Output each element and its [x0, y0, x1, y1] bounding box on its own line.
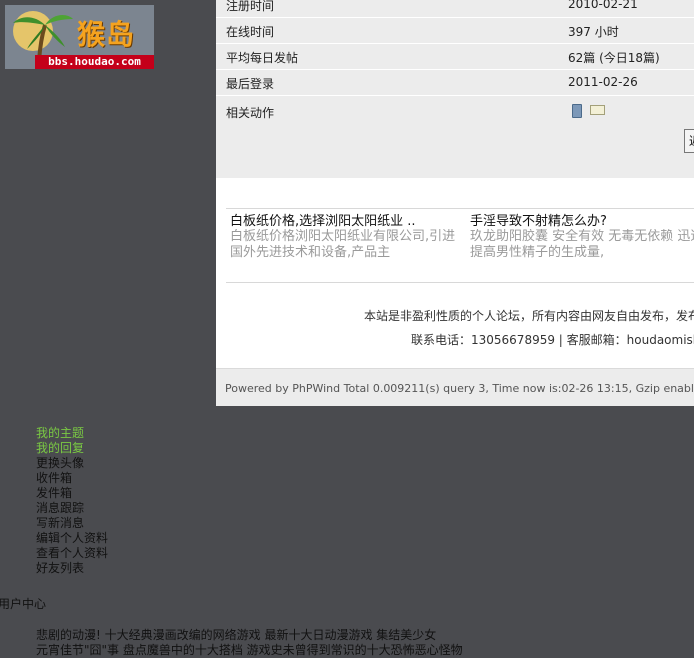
user-menu: 我的主题 我的回复 更换头像 收件箱 发件箱 消息跟踪 写新消息 编辑个人资料 … [36, 426, 108, 576]
profile-row-posts-per-day: 平均每日发帖 62篇 (今日18篇) [216, 44, 694, 70]
profile-row-label: 在线时间 [226, 25, 275, 39]
divider [226, 208, 694, 209]
profile-row-value: 2011-02-26 [568, 75, 638, 89]
news-item[interactable]: 元宵佳节"囧"事 盘点魔兽中的十大搭档 游戏史未曾得到常识的十大恐怖恶心怪物 [36, 643, 463, 658]
powered-by-bar: Powered by PhPWind Total 0.009211(s) que… [216, 368, 694, 406]
profile-row-label: 最后登录 [226, 77, 275, 91]
profile-row-label: 注册时间 [226, 0, 275, 13]
profile-row-label: 平均每日发帖 [226, 51, 299, 65]
news-item[interactable]: 悲剧的动漫! 十大经典漫画改编的网络游戏 最新十大日动漫游戏 集结美少女 [36, 628, 463, 643]
profile-row-label: 相关动作 [226, 106, 275, 120]
menu-item-outbox[interactable]: 发件箱 [36, 486, 108, 501]
footer-notice: 本站是非盈利性质的个人论坛，所有内容由网友自由发布，发布 [364, 309, 694, 323]
profile-row-actions: 相关动作 [216, 96, 694, 127]
news-list: 悲剧的动漫! 十大经典漫画改编的网络游戏 最新十大日动漫游戏 集结美少女 元宵佳… [36, 628, 463, 658]
menu-item-inbox[interactable]: 收件箱 [36, 471, 108, 486]
logo-url: bbs.houdao.com [35, 55, 154, 69]
menu-item-view-profile[interactable]: 查看个人资料 [36, 546, 108, 561]
user-center-heading[interactable]: 用户中心 [0, 595, 46, 612]
menu-item-my-topics[interactable]: 我的主题 [36, 426, 108, 441]
profile-panel: 注册时间 2010-02-21 在线时间 397 小时 平均每日发帖 62篇 (… [216, 0, 694, 406]
ad-block[interactable]: 白板纸价格,选择浏阳太阳纸业 .. 白板纸价格浏阳太阳纸业有限公司,引进国外先进… [230, 210, 465, 263]
powered-by-text: Powered by PhPWind Total 0.009211(s) que… [225, 382, 694, 395]
site-logo[interactable]: 猴岛 bbs.houdao.com [5, 5, 154, 69]
ad-description[interactable]: 玖龙助阳胶囊 安全有效 无毒无依赖 迅速提高男性精子的生成量, [470, 229, 694, 263]
phone-icon[interactable] [572, 104, 582, 118]
divider [226, 282, 694, 283]
menu-item-message-tracking[interactable]: 消息跟踪 [36, 501, 108, 516]
profile-row-value: 62篇 (今日18篇) [568, 51, 660, 65]
mail-icon[interactable] [590, 105, 605, 115]
profile-row-value: 2010-02-21 [568, 0, 638, 11]
footer-contact: 联系电话：13056678959 | 客服邮箱：houdaomishi@ [411, 333, 694, 347]
ad-block[interactable]: 手淫导致不射精怎么办? 玖龙助阳胶囊 安全有效 无毒无依赖 迅速提高男性精子的生… [470, 210, 694, 263]
menu-item-change-avatar[interactable]: 更换头像 [36, 456, 108, 471]
menu-item-my-replies[interactable]: 我的回复 [36, 441, 108, 456]
profile-row-last-login: 最后登录 2011-02-26 [216, 70, 694, 96]
ad-title[interactable]: 白板纸价格,选择浏阳太阳纸业 .. [230, 210, 465, 229]
menu-item-edit-profile[interactable]: 编辑个人资料 [36, 531, 108, 546]
ad-title[interactable]: 手淫导致不射精怎么办? [470, 210, 694, 229]
menu-item-write-message[interactable]: 写新消息 [36, 516, 108, 531]
back-button[interactable]: 返 [684, 129, 694, 153]
ad-description[interactable]: 白板纸价格浏阳太阳纸业有限公司,引进国外先进技术和设备,产品主 [230, 229, 465, 263]
profile-row-register: 注册时间 2010-02-21 [216, 0, 694, 18]
profile-footer-bar [216, 126, 694, 178]
profile-row-online: 在线时间 397 小时 [216, 18, 694, 44]
logo-brand-text: 猴岛 [77, 18, 136, 51]
menu-item-friends[interactable]: 好友列表 [36, 561, 108, 576]
profile-row-value: 397 小时 [568, 25, 619, 39]
